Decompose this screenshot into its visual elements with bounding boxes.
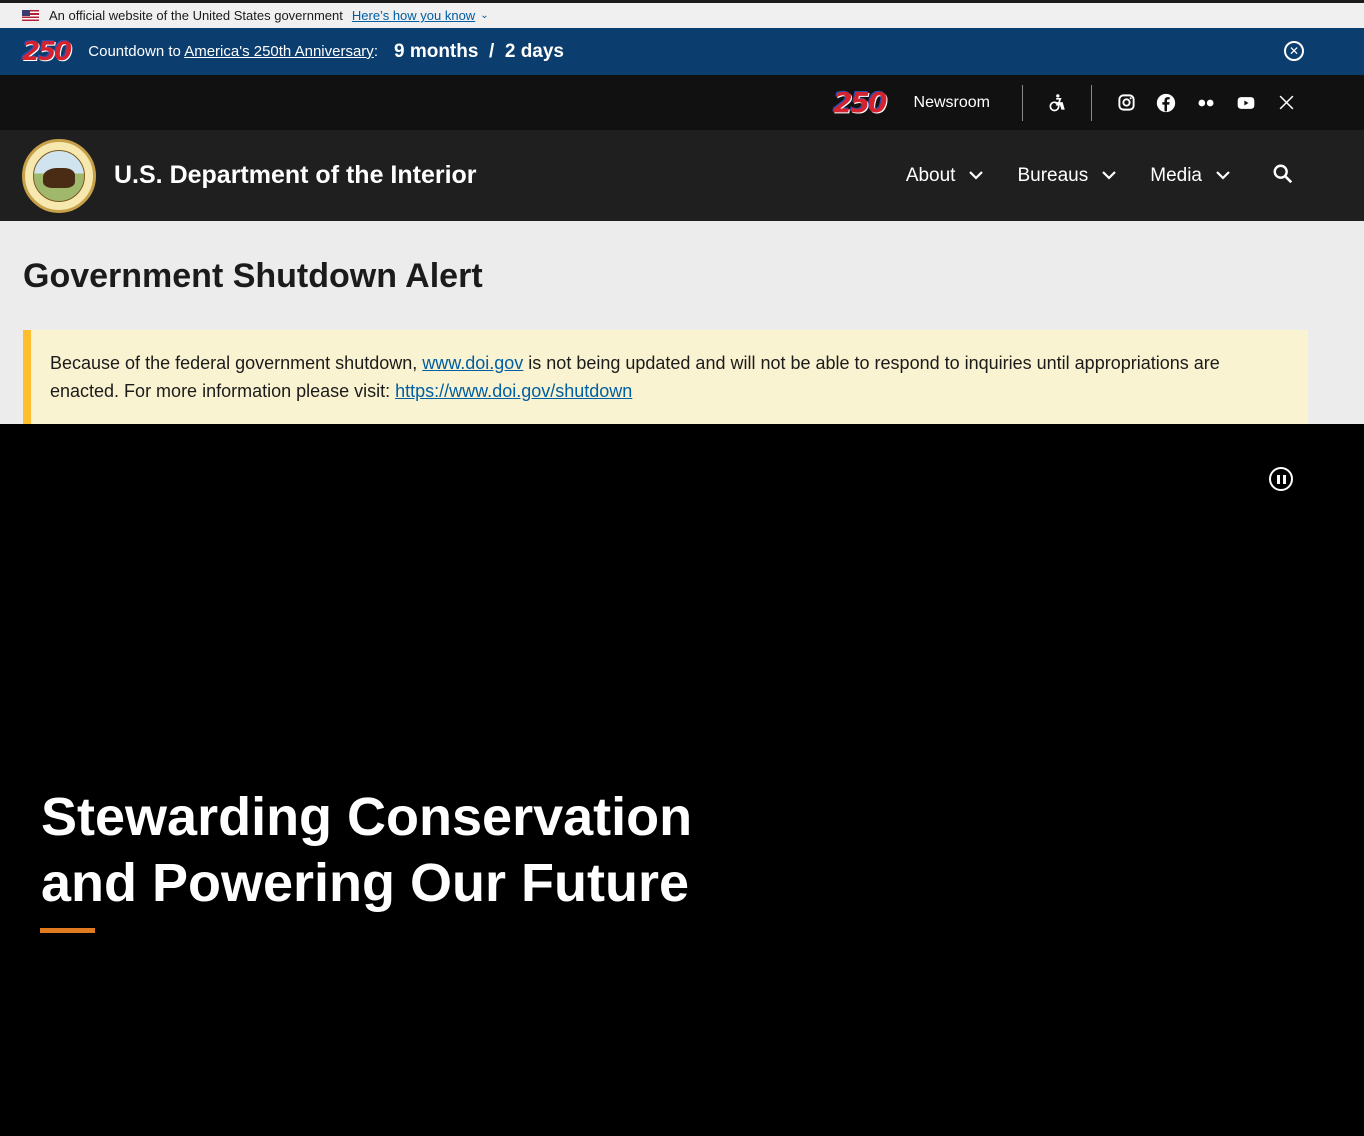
facebook-icon[interactable] xyxy=(1156,93,1176,113)
gov-banner: An official website of the United States… xyxy=(0,0,1364,28)
nav-about[interactable]: About xyxy=(906,165,984,187)
america-250-logo: 250 xyxy=(22,36,72,67)
hero-accent-rule xyxy=(40,928,95,933)
shutdown-alert-section: Government Shutdown Alert Because of the… xyxy=(0,221,1364,424)
nav-media[interactable]: Media xyxy=(1150,165,1230,187)
countdown-days: 2 days xyxy=(504,40,564,62)
close-circle-icon[interactable]: ✕ xyxy=(1284,41,1304,61)
chevron-down-icon[interactable]: ⌄ xyxy=(480,10,488,21)
america-250-logo-small[interactable]: 250 xyxy=(833,86,887,119)
instagram-icon[interactable] xyxy=(1116,93,1136,113)
divider xyxy=(1022,84,1023,121)
chevron-down-icon xyxy=(969,168,984,183)
seal-center xyxy=(33,149,85,202)
alert-box: Because of the federal government shutdo… xyxy=(23,330,1308,424)
utility-bar: 250 Newsroom xyxy=(0,75,1364,130)
countdown-time: 9 months / 2 days xyxy=(394,41,564,63)
chevron-down-icon xyxy=(1216,168,1230,183)
accessibility-icon[interactable] xyxy=(1047,93,1067,113)
divider xyxy=(1091,84,1092,121)
doi-seal-logo[interactable] xyxy=(22,138,96,213)
site-header: U.S. Department of the Interior About Bu… xyxy=(0,130,1364,221)
nav-bureaus[interactable]: Bureaus xyxy=(1017,165,1117,187)
anniversary-link[interactable]: America's 250th Anniversary xyxy=(184,43,374,60)
countdown-months: 9 months xyxy=(393,40,479,62)
shutdown-link[interactable]: https://www.doi.gov/shutdown xyxy=(395,381,632,401)
heres-how-you-know-link[interactable]: Here’s how you know xyxy=(352,8,475,23)
newsroom-link[interactable]: Newsroom xyxy=(914,94,990,112)
hero-banner: Stewarding Conservation and Powering Our… xyxy=(0,424,1364,1136)
bison-icon xyxy=(43,167,75,188)
doi-link[interactable]: www.doi.gov xyxy=(422,353,523,373)
countdown-banner: 250 Countdown to America's 250th Anniver… xyxy=(0,28,1364,75)
main-nav: About Bureaus Media xyxy=(872,130,1230,221)
countdown-separator: / xyxy=(489,40,495,62)
x-icon[interactable] xyxy=(1276,93,1296,113)
chevron-down-icon xyxy=(1102,168,1117,183)
us-flag-icon xyxy=(22,10,39,21)
official-site-text: An official website of the United States… xyxy=(49,8,343,23)
site-title[interactable]: U.S. Department of the Interior xyxy=(114,161,477,190)
search-icon[interactable] xyxy=(1272,163,1296,187)
flickr-icon[interactable] xyxy=(1196,93,1216,113)
pause-icon[interactable] xyxy=(1269,467,1293,491)
countdown-label: Countdown to America's 250th Anniversary… xyxy=(88,43,378,60)
youtube-icon[interactable] xyxy=(1236,93,1256,113)
alert-title: Government Shutdown Alert xyxy=(23,257,483,295)
hero-title: Stewarding Conservation and Powering Our… xyxy=(41,787,693,913)
